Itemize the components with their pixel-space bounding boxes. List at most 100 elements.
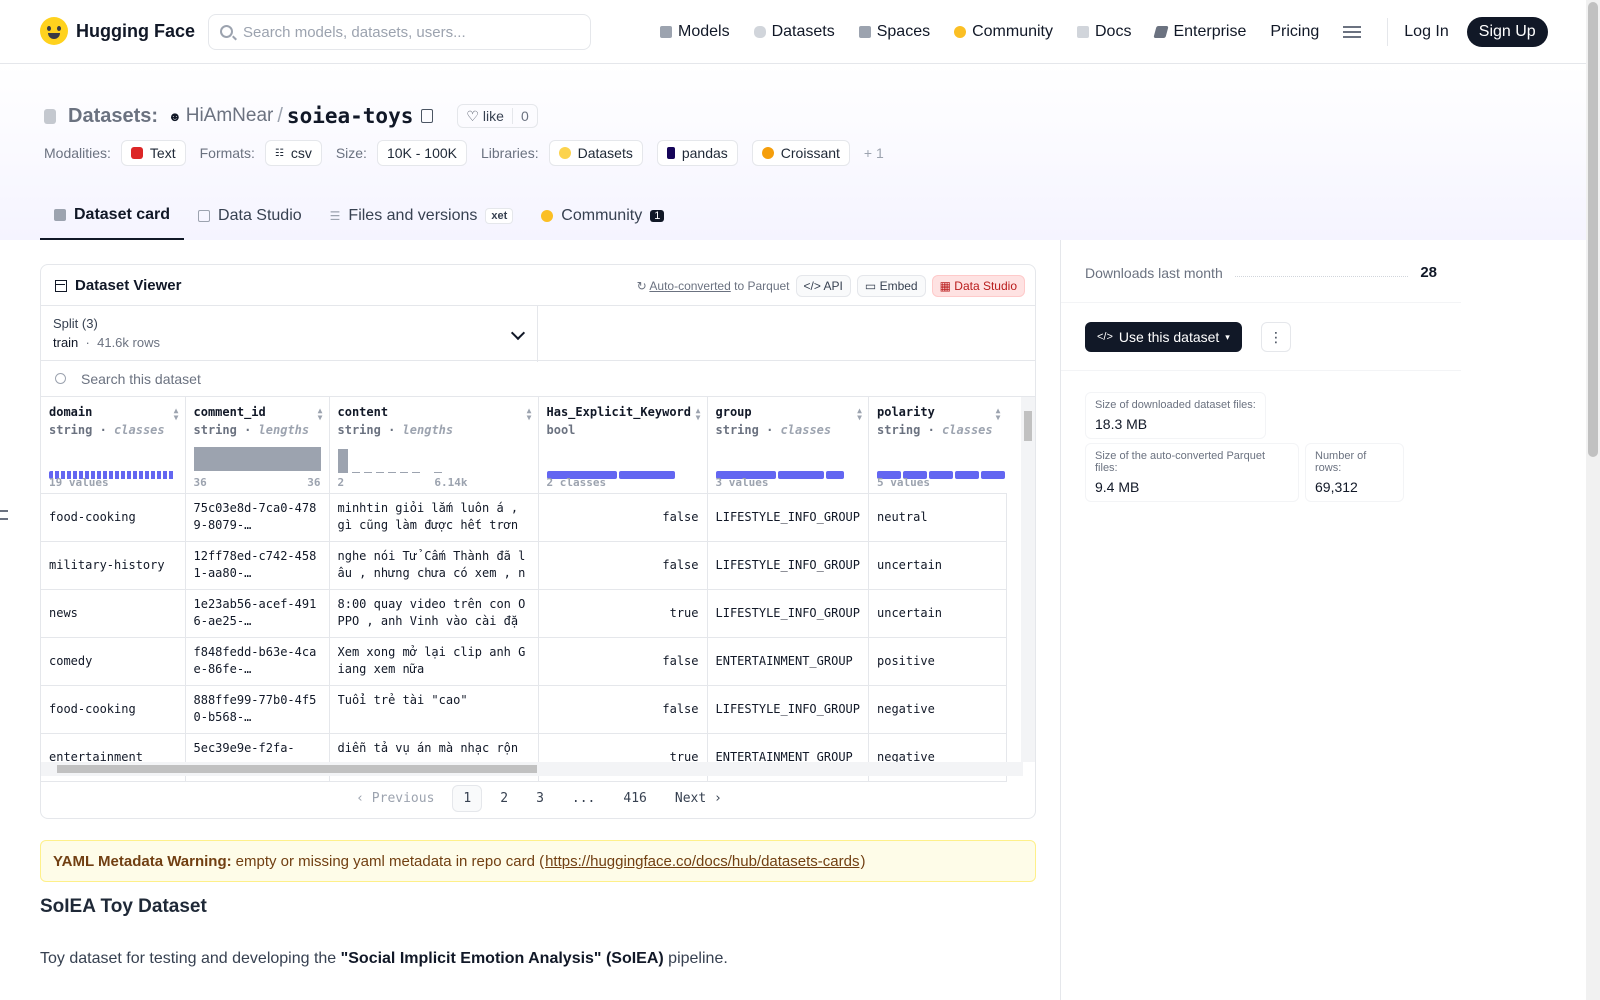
histogram-bar xyxy=(387,472,396,473)
section-label[interactable]: Datasets: xyxy=(68,105,158,128)
previous-page-button[interactable]: ‹ Previous xyxy=(346,786,444,811)
data-studio-button[interactable]: ▦ Data Studio xyxy=(931,275,1025,297)
histogram-bar xyxy=(193,447,321,471)
sort-icon[interactable]: ▲ ▼ xyxy=(857,407,862,422)
split-rows: 41.6k rows xyxy=(97,335,160,350)
toc-toggle-icon[interactable] xyxy=(0,510,8,520)
like-button[interactable]: ♡ like 0 xyxy=(457,104,538,128)
logo-link[interactable]: Hugging Face xyxy=(40,17,195,45)
nav-datasets[interactable]: Datasets xyxy=(753,23,835,41)
heart-icon: ♡ xyxy=(466,107,479,124)
next-page-button[interactable]: Next › xyxy=(665,786,732,811)
cell-text: f848fedd-b63e-4cae-86fe-… xyxy=(193,645,317,676)
scrollbar-thumb[interactable] xyxy=(1024,411,1032,441)
tab-data-studio[interactable]: Data Studio xyxy=(184,192,316,240)
page-button[interactable]: 2 xyxy=(490,786,518,811)
embed-button[interactable]: ▭ Embed xyxy=(856,275,926,297)
sort-icon[interactable]: ▲ ▼ xyxy=(996,407,1001,422)
copy-icon[interactable] xyxy=(421,109,434,123)
column-name: domain xyxy=(49,405,93,419)
column-name: group xyxy=(715,405,752,419)
column-header-content[interactable]: content string · lengths ▲ ▼ 2 6.14k xyxy=(329,397,539,494)
sort-icon[interactable]: ▲ ▼ xyxy=(318,407,323,422)
column-name: comment_id xyxy=(193,405,266,419)
page-button[interactable]: 1 xyxy=(452,784,483,812)
tag-size[interactable]: 10K - 100K xyxy=(376,140,467,166)
enterprise-icon xyxy=(1153,26,1170,38)
more-options-button[interactable]: ⋮ xyxy=(1261,322,1291,352)
column-header-group[interactable]: group string · classes ▲ ▼ 3 values xyxy=(707,397,869,494)
table-row[interactable]: news 1e23ab56-acef-4916-ae25-… 8:00 quay… xyxy=(41,589,1007,638)
nav-enterprise[interactable]: Enterprise xyxy=(1153,23,1247,41)
column-header-polarity[interactable]: polarity string · classes ▲ ▼ 5 values xyxy=(868,397,1007,494)
column-header-domain[interactable]: domain string · classes ▲ ▼ 19 values xyxy=(41,397,186,494)
auto-converted-link[interactable]: Auto-converted xyxy=(649,279,730,293)
chevron-down-icon: ▾ xyxy=(1225,331,1230,342)
cell-text: nghe nói Tử Cấm Thành đã lâu , nhưng chư… xyxy=(337,549,526,580)
tab-dataset-card[interactable]: Dataset card xyxy=(40,192,185,240)
cell-text: 888ffe99-77b0-4f50-b568-… xyxy=(193,693,317,724)
libraries-more[interactable]: + 1 xyxy=(864,145,884,161)
cell-comment-id: 12ff78ed-c742-4581-aa80-… xyxy=(185,541,330,590)
dataset-search-input[interactable]: Search this dataset xyxy=(41,361,1035,397)
column-header-has-explicit-keyword[interactable]: Has_Explicit_Keyword bool ▲ ▼ 2 classes xyxy=(538,397,708,494)
page-button[interactable]: 3 xyxy=(526,786,554,811)
sort-icon[interactable]: ▲ ▼ xyxy=(527,407,532,422)
signup-button[interactable]: Sign Up xyxy=(1466,17,1548,47)
nav-community[interactable]: Community xyxy=(954,23,1053,41)
tag-pandas-lib[interactable]: pandas xyxy=(656,140,738,166)
nav-docs[interactable]: Docs xyxy=(1077,23,1131,41)
pandas-icon xyxy=(666,147,675,159)
auto-converted-note[interactable]: ↻ Auto-converted to Parquet xyxy=(637,279,790,293)
dataset-tags: Modalities: Text Formats: ☷ csv Size: 10K… xyxy=(44,140,884,166)
split-select[interactable]: Split (3) train · 41.6k rows xyxy=(41,306,538,362)
api-button[interactable]: </> API xyxy=(795,275,851,297)
histogram-bar xyxy=(363,472,372,473)
data-table: domain string · classes ▲ ▼ 19 values com… xyxy=(41,397,1007,782)
docs-link[interactable]: https://huggingface.co/docs/hub/datasets… xyxy=(545,853,859,870)
nav-models[interactable]: Models xyxy=(660,23,730,41)
tab-community-label: Community xyxy=(561,207,643,224)
tag-csv[interactable]: ☷ csv xyxy=(264,140,322,166)
page-button[interactable]: 416 xyxy=(613,786,656,811)
tag-text[interactable]: Text xyxy=(120,140,186,166)
scrollbar-thumb[interactable] xyxy=(57,765,537,773)
column-header-comment-id[interactable]: comment_id string · lengths ▲ ▼ 36 36 xyxy=(185,397,330,494)
cell-has-explicit-keyword: true xyxy=(538,589,708,638)
nav-enterprise-label: Enterprise xyxy=(1173,23,1247,40)
sort-icon[interactable]: ▲ ▼ xyxy=(174,407,179,422)
column-stat: lengths xyxy=(402,423,454,437)
like-label-wrap: ♡ like xyxy=(458,108,512,125)
nav-community-label: Community xyxy=(972,23,1053,40)
column-type-text: string xyxy=(715,423,759,437)
table-row[interactable]: food-cooking 888ffe99-77b0-4f50-b568-… T… xyxy=(41,685,1007,734)
tab-community[interactable]: Community 1 xyxy=(527,192,678,240)
histogram-bar xyxy=(337,449,348,473)
table-row[interactable]: comedy f848fedd-b63e-4cae-86fe-… Xem xon… xyxy=(41,637,1007,686)
table-horizontal-scrollbar[interactable] xyxy=(41,762,1023,776)
nav-pricing[interactable]: Pricing xyxy=(1270,23,1319,41)
table-vertical-scrollbar[interactable] xyxy=(1021,397,1035,762)
use-dataset-button[interactable]: </> Use this dataset ▾ xyxy=(1085,322,1242,352)
more-menu-icon[interactable] xyxy=(1343,26,1362,38)
repo-name[interactable]: soiea-toys xyxy=(287,104,413,128)
viewer-actions: ↻ Auto-converted to Parquet </> API ▭ Em… xyxy=(637,275,1025,297)
user-link[interactable]: HiAmNear xyxy=(186,105,274,127)
tag-datasets-lib[interactable]: Datasets xyxy=(548,140,643,166)
page-scrollbar-thumb[interactable] xyxy=(1588,2,1598,457)
cell-text: 8:00 quay video trên con OPPO , anh Vinh… xyxy=(337,597,526,628)
tag-croissant-label: Croissant xyxy=(780,145,840,161)
stat-value: 69,312 xyxy=(1315,479,1358,495)
split-name: train xyxy=(53,335,79,350)
tag-croissant-lib[interactable]: Croissant xyxy=(751,140,850,166)
nav-spaces[interactable]: Spaces xyxy=(858,23,930,41)
sort-icon[interactable]: ▲ ▼ xyxy=(696,407,701,422)
table-row[interactable]: military-history 12ff78ed-c742-4581-aa80… xyxy=(41,541,1007,590)
page-scrollbar[interactable] xyxy=(1586,0,1600,1000)
login-link[interactable]: Log In xyxy=(1404,23,1448,41)
search-input[interactable]: Search models, datasets, users... xyxy=(208,14,591,50)
downloads-label: Downloads last month xyxy=(1085,264,1223,281)
table-row[interactable]: food-cooking 75c03e8d-7ca0-4789-8079-… m… xyxy=(41,493,1007,542)
tab-files[interactable]: ☰ Files and versions xet xyxy=(316,192,528,240)
nav-docs-label: Docs xyxy=(1095,23,1132,40)
